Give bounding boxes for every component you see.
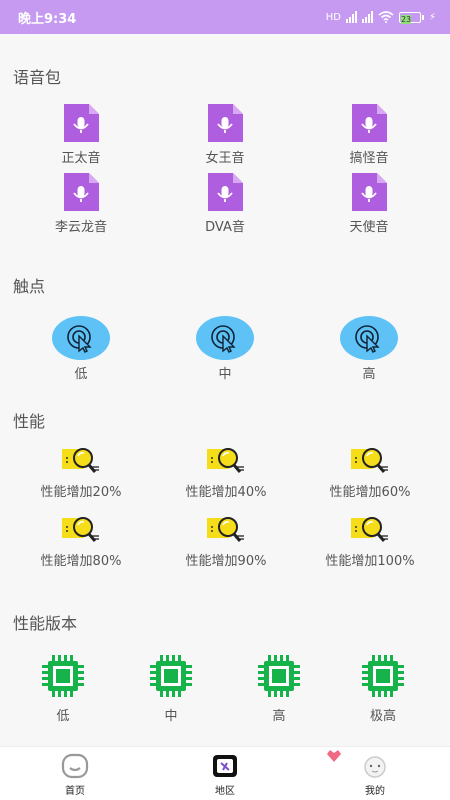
performance-version-item[interactable]: 高 bbox=[239, 654, 319, 724]
status-time: 晚上9:34 bbox=[18, 11, 77, 27]
touch-pointer-icon bbox=[340, 316, 398, 360]
magnifier-chip-icon bbox=[206, 515, 246, 547]
performance-label: 性能增加40% bbox=[185, 485, 267, 500]
magnifier-chip-icon bbox=[206, 446, 246, 478]
section-title-voice-pack: 语音包 bbox=[13, 68, 62, 87]
touch-item[interactable]: 低 bbox=[36, 316, 126, 382]
region-icon bbox=[213, 755, 237, 777]
performance-label: 性能增加100% bbox=[325, 554, 415, 569]
heart-badge-icon bbox=[327, 750, 341, 762]
section-title-performance-version: 性能版本 bbox=[13, 614, 78, 633]
performance-version-item[interactable]: 中 bbox=[131, 654, 211, 724]
tab-mine-label: 我的 bbox=[365, 786, 385, 797]
tab-home-label: 首页 bbox=[65, 786, 85, 797]
voice-pack-label: DVA音 bbox=[205, 220, 245, 235]
performance-item[interactable]: 性能增加90% bbox=[161, 515, 291, 569]
performance-item[interactable]: 性能增加20% bbox=[16, 446, 146, 500]
touch-pointer-icon bbox=[196, 316, 254, 360]
touch-item[interactable]: 高 bbox=[324, 316, 414, 382]
voice-pack-item[interactable]: 搞怪音 bbox=[324, 102, 414, 166]
battery-icon: 23 bbox=[398, 11, 424, 24]
microphone-file-icon bbox=[349, 102, 389, 144]
chip-icon bbox=[361, 654, 405, 702]
sheep-icon bbox=[364, 756, 386, 778]
performance-version-item[interactable]: 极高 bbox=[343, 654, 423, 724]
magnifier-chip-icon bbox=[350, 446, 390, 478]
signal-icon-2 bbox=[361, 11, 373, 23]
performance-item[interactable]: 性能增加80% bbox=[16, 515, 146, 569]
voice-pack-label: 搞怪音 bbox=[349, 151, 389, 166]
voice-pack-label: 女王音 bbox=[205, 151, 245, 166]
performance-version-label: 低 bbox=[56, 709, 70, 724]
voice-pack-label: 天使音 bbox=[349, 220, 389, 235]
tab-mine[interactable]: 我的 bbox=[330, 753, 420, 797]
charging-icon: ⚡ bbox=[428, 11, 436, 23]
section-title-performance: 性能 bbox=[13, 412, 46, 431]
microphone-file-icon bbox=[205, 102, 245, 144]
touch-label: 中 bbox=[218, 367, 232, 382]
performance-item[interactable]: 性能增加60% bbox=[305, 446, 435, 500]
wifi-icon bbox=[378, 11, 394, 23]
chip-icon bbox=[149, 654, 193, 702]
performance-item[interactable]: 性能增加100% bbox=[305, 515, 435, 569]
home-icon bbox=[61, 753, 89, 779]
microphone-file-icon bbox=[61, 171, 101, 213]
performance-label: 性能增加20% bbox=[40, 485, 122, 500]
chip-icon bbox=[41, 654, 85, 702]
performance-version-label: 高 bbox=[272, 709, 286, 724]
voice-pack-item[interactable]: 天使音 bbox=[324, 171, 414, 235]
signal-icon bbox=[345, 11, 357, 23]
performance-version-label: 中 bbox=[164, 709, 178, 724]
microphone-file-icon bbox=[349, 171, 389, 213]
performance-item[interactable]: 性能增加40% bbox=[161, 446, 291, 500]
tab-region[interactable]: 地区 bbox=[180, 753, 270, 797]
tab-home[interactable]: 首页 bbox=[30, 753, 120, 797]
main-content: 语音包 正太音 女王音 搞怪音 李云龙音 DVA音 天使音 触点 低中高 性能 性能增加2… bbox=[0, 34, 450, 746]
touch-pointer-icon bbox=[52, 316, 110, 360]
touch-item[interactable]: 中 bbox=[180, 316, 270, 382]
performance-label: 性能增加80% bbox=[40, 554, 122, 569]
performance-label: 性能增加90% bbox=[185, 554, 267, 569]
performance-version-label: 极高 bbox=[369, 709, 396, 724]
voice-pack-item[interactable]: 李云龙音 bbox=[36, 171, 126, 235]
microphone-file-icon bbox=[205, 171, 245, 213]
magnifier-chip-icon bbox=[350, 515, 390, 547]
voice-pack-label: 李云龙音 bbox=[54, 220, 107, 235]
section-title-touch: 触点 bbox=[13, 277, 46, 296]
tab-region-label: 地区 bbox=[215, 786, 235, 797]
status-icons: HD 23 ⚡ bbox=[325, 11, 436, 24]
voice-pack-item[interactable]: 正太音 bbox=[36, 102, 126, 166]
hd-indicator: HD bbox=[325, 11, 341, 23]
voice-pack-item[interactable]: DVA音 bbox=[180, 171, 270, 235]
touch-label: 低 bbox=[74, 367, 88, 382]
status-bar: 晚上9:34 HD 23 ⚡ bbox=[0, 0, 450, 34]
battery-level: 23 bbox=[400, 14, 412, 24]
chip-icon bbox=[257, 654, 301, 702]
magnifier-chip-icon bbox=[61, 446, 101, 478]
bottom-tab-bar: 首页 地区 我的 bbox=[0, 746, 450, 800]
performance-label: 性能增加60% bbox=[329, 485, 411, 500]
performance-version-item[interactable]: 低 bbox=[23, 654, 103, 724]
magnifier-chip-icon bbox=[61, 515, 101, 547]
voice-pack-label: 正太音 bbox=[61, 151, 101, 166]
touch-label: 高 bbox=[362, 367, 376, 382]
microphone-file-icon bbox=[61, 102, 101, 144]
voice-pack-item[interactable]: 女王音 bbox=[180, 102, 270, 166]
